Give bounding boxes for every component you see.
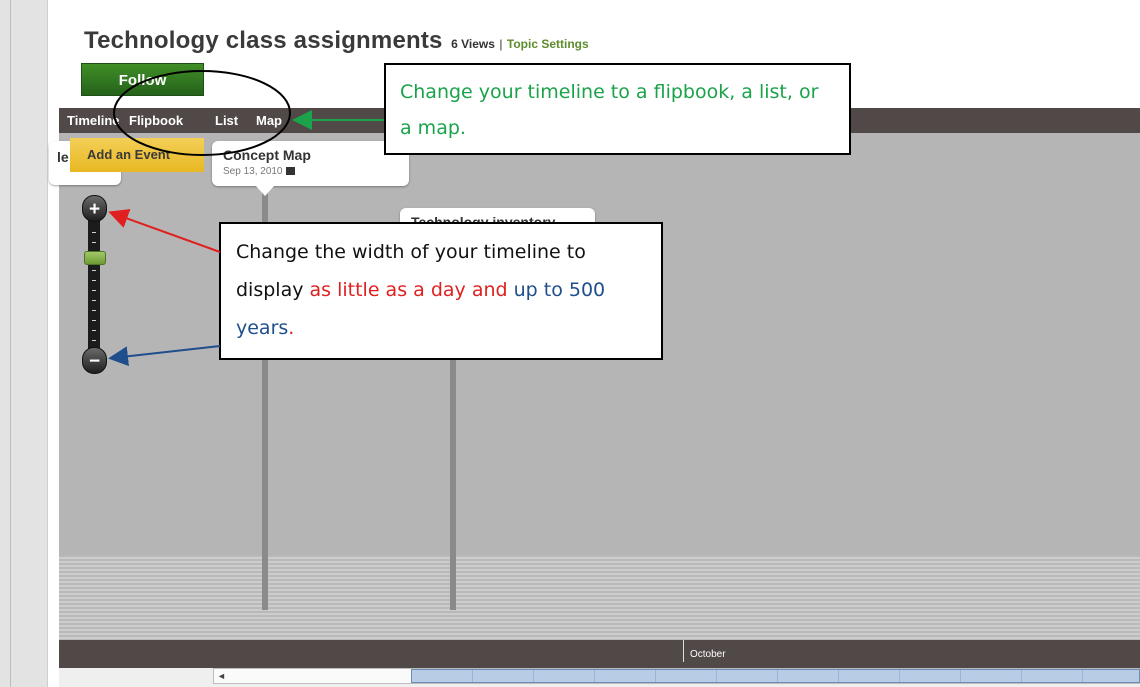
view-tabs-highlight-ellipse	[113, 70, 291, 156]
annotation-overlay	[108, 70, 384, 367]
blue-arrow-icon	[108, 345, 221, 367]
red-arrow-icon	[108, 209, 221, 253]
